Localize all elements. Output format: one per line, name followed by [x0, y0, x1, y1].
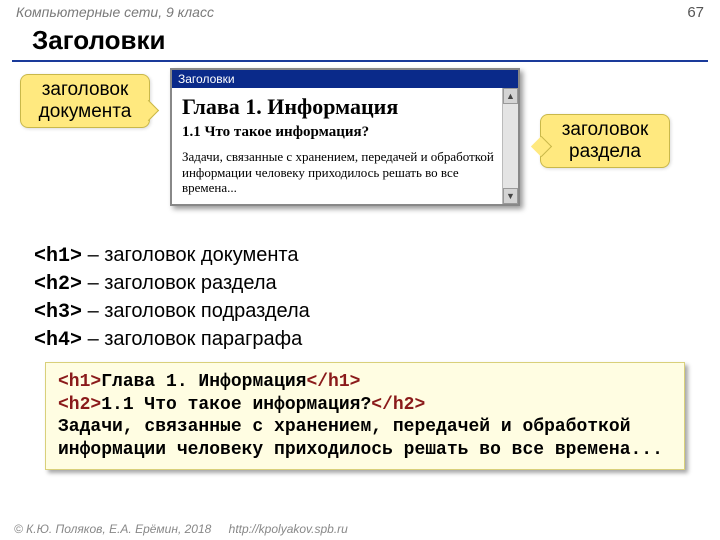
def-row: <h1> – заголовок документа	[34, 242, 686, 270]
browser-titlebar: Заголовки	[172, 70, 518, 88]
tag-close: </h1>	[306, 372, 360, 392]
footer-url: http://kpolyakov.spb.ru	[229, 522, 348, 536]
code-example: <h1>Глава 1. Информация</h1> <h2>1.1 Что…	[45, 362, 685, 470]
tag-h4: <h4>	[34, 329, 82, 352]
code-text: Глава 1. Информация	[101, 372, 306, 392]
preview-h2: 1.1 Что такое информация?	[182, 124, 508, 141]
def-row: <h2> – заголовок раздела	[34, 270, 686, 298]
heading-definitions: <h1> – заголовок документа <h2> – заголо…	[34, 242, 686, 354]
scrollbar[interactable]: ▲ ▼	[502, 88, 518, 204]
page-title: Заголовки	[12, 21, 708, 62]
def-row: <h4> – заголовок параграфа	[34, 326, 686, 354]
def-h3: – заголовок подраздела	[82, 300, 310, 322]
tag-h3: <h3>	[34, 301, 82, 324]
preview-h1: Глава 1. Информация	[182, 94, 508, 120]
code-line-1: <h1>Глава 1. Информация</h1>	[58, 371, 672, 394]
code-text: 1.1 Что такое информация?	[101, 395, 371, 415]
scroll-down-icon[interactable]: ▼	[503, 188, 518, 204]
copyright: © К.Ю. Поляков, Е.А. Ерёмин, 2018	[14, 522, 211, 536]
tag-h2: <h2>	[34, 273, 82, 296]
code-line-3: Задачи, связанные с хранением, передачей…	[58, 416, 672, 461]
page-number: 67	[687, 4, 704, 21]
course-label: Компьютерные сети, 9 класс	[16, 4, 214, 21]
def-h2: – заголовок раздела	[82, 272, 277, 294]
callout-doc-heading: заголовок документа	[20, 74, 150, 128]
tag-close: </h2>	[371, 395, 425, 415]
def-row: <h3> – заголовок подраздела	[34, 298, 686, 326]
browser-preview: Заголовки Глава 1. Информация 1.1 Что та…	[170, 68, 520, 206]
tag-open: <h1>	[58, 372, 101, 392]
footer: © К.Ю. Поляков, Е.А. Ерёмин, 2018 http:/…	[14, 522, 348, 536]
tag-open: <h2>	[58, 395, 101, 415]
browser-body: Глава 1. Информация 1.1 Что такое информ…	[172, 88, 518, 204]
preview-paragraph: Задачи, связанные с хранением, передачей…	[182, 149, 508, 196]
callout-section-heading: заголовок раздела	[540, 114, 670, 168]
def-h1: – заголовок документа	[82, 244, 298, 266]
def-h4: – заголовок параграфа	[82, 328, 302, 350]
code-line-2: <h2>1.1 Что такое информация?</h2>	[58, 394, 672, 417]
scroll-up-icon[interactable]: ▲	[503, 88, 518, 104]
tag-h1: <h1>	[34, 245, 82, 268]
